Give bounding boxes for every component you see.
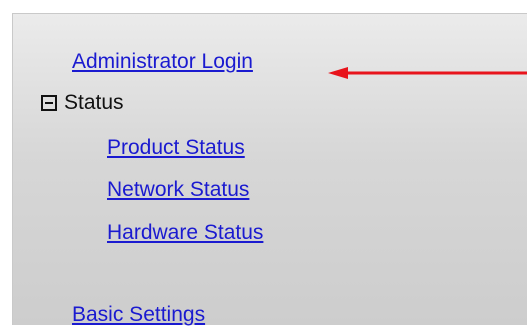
status-section-header[interactable]: Status	[41, 91, 124, 115]
red-arrow-icon	[328, 67, 527, 79]
navigation-panel: Administrator Login Status Product Statu…	[12, 13, 527, 327]
network-status-link[interactable]: Network Status	[107, 178, 249, 202]
status-section-label: Status	[64, 91, 124, 114]
product-status-link[interactable]: Product Status	[107, 136, 245, 160]
basic-settings-link[interactable]: Basic Settings	[72, 303, 205, 327]
collapse-minus-icon[interactable]	[41, 95, 57, 111]
administrator-login-link[interactable]: Administrator Login	[72, 50, 253, 74]
hardware-status-link[interactable]: Hardware Status	[107, 221, 263, 245]
